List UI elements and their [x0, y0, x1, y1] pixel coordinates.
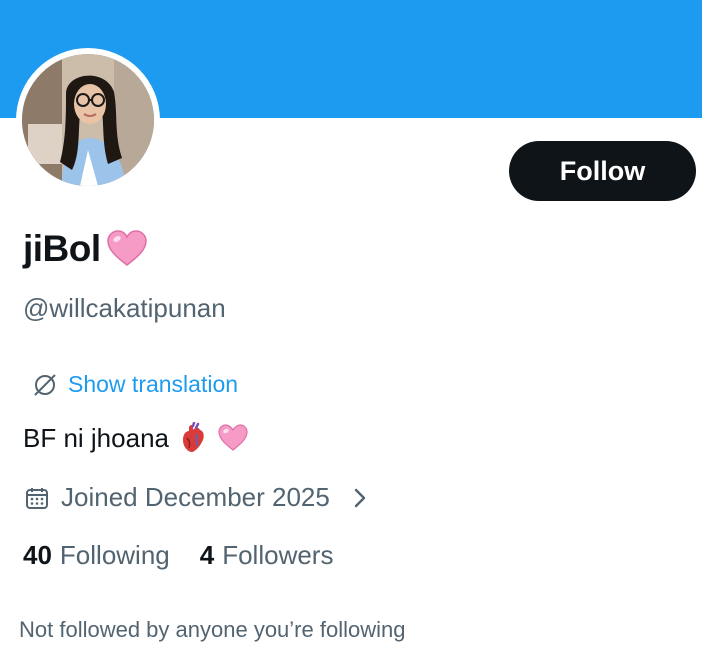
followers-link[interactable]: 4 Followers [200, 540, 334, 571]
chevron-right-icon [354, 488, 366, 507]
display-name: jiBol [23, 226, 149, 272]
following-label: Following [59, 540, 170, 570]
display-name-text: jiBol [23, 228, 101, 269]
translate-globe-icon [34, 373, 56, 396]
avatar-image [22, 54, 154, 186]
profile-bio: BF ni jhoana [23, 422, 249, 454]
avatar[interactable] [16, 48, 160, 192]
show-translation-label: Show translation [68, 371, 239, 397]
joined-label: Joined December 2025 [61, 482, 330, 512]
follow-button[interactable]: Follow [509, 141, 696, 201]
followers-label: Followers [222, 540, 334, 570]
joined-date[interactable]: Joined December 2025 [25, 482, 370, 513]
not-followed-notice: Not followed by anyone you’re following [19, 617, 406, 642]
show-translation-link[interactable]: Show translation [32, 371, 238, 398]
profile-handle: @willcakatipunan [23, 293, 226, 323]
followers-count: 4 [199, 540, 215, 570]
anatomical-heart-icon [182, 422, 204, 452]
bio-text: BF ni jhoana [23, 422, 169, 453]
pink-heart-icon [218, 424, 248, 451]
following-count: 40 [23, 540, 52, 570]
following-link[interactable]: 40 Following [23, 540, 170, 571]
pink-heart-icon [106, 230, 147, 266]
follow-stats: 40 Following 4 Followers [23, 540, 333, 571]
avatar-photo [22, 54, 154, 186]
calendar-icon [26, 487, 48, 509]
